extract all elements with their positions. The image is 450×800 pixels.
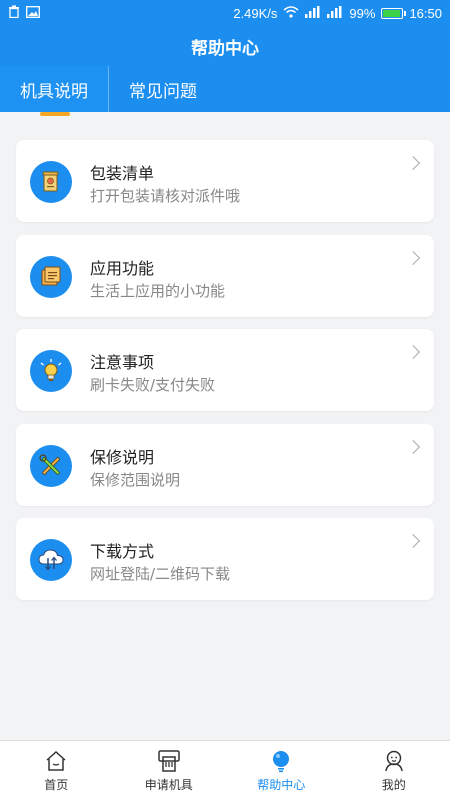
document-icon [30, 161, 72, 203]
card-title: 注意事项 [90, 353, 155, 372]
home-icon [46, 750, 66, 771]
tab-active-indicator [40, 112, 70, 116]
card-packing-list[interactable]: 包装清单 打开包装请核对派件哦 [16, 140, 434, 222]
nav-label: 申请机具 [144, 777, 193, 792]
status-right: 2.49K/s 99% 16:50 [233, 5, 442, 21]
chevron-right-icon [405, 155, 421, 171]
clock: 16:50 [409, 5, 442, 21]
tab-bar: 机具说明 常见问题 [0, 66, 450, 116]
signal-icon-2 [327, 5, 343, 21]
card-subtitle: 生活上应用的小功能 [90, 282, 226, 300]
nav-mine[interactable]: 我的 [338, 741, 450, 800]
card-title: 下载方式 [90, 542, 155, 561]
cloud-download-icon [30, 539, 72, 581]
network-speed: 2.49K/s [233, 5, 278, 21]
card-warranty[interactable]: 保修说明 保修范围说明 [16, 424, 434, 506]
page-title: 帮助中心 [191, 38, 259, 59]
nav-label: 帮助中心 [257, 777, 306, 792]
wifi-icon [283, 5, 299, 21]
chevron-right-icon [405, 344, 421, 360]
tab-machine-guide[interactable]: 机具说明 [0, 66, 108, 116]
nav-apply-machine[interactable]: 申请机具 [113, 741, 226, 800]
battery-icon [381, 7, 407, 19]
card-title: 包装清单 [90, 164, 155, 183]
signal-icon [305, 5, 321, 21]
card-title: 保修说明 [90, 448, 155, 467]
help-bulb-icon [273, 750, 290, 772]
card-app-functions[interactable]: 应用功能 生活上应用的小功能 [16, 235, 434, 317]
status-bar: 2.49K/s 99% 16:50 [0, 0, 450, 26]
image-icon [26, 5, 40, 21]
tab-label: 机具说明 [20, 81, 88, 102]
chevron-right-icon [405, 250, 421, 266]
lightbulb-icon [30, 350, 72, 392]
battery-percent: 99% [349, 5, 376, 21]
card-download[interactable]: 下载方式 网址登陆/二维码下载 [16, 518, 434, 600]
card-subtitle: 打开包装请核对派件哦 [90, 187, 241, 205]
tab-faq[interactable]: 常见问题 [108, 66, 217, 112]
card-subtitle: 保修范围说明 [90, 471, 181, 489]
nav-home[interactable]: 首页 [0, 741, 113, 800]
card-subtitle: 刷卡失败/支付失败 [90, 376, 216, 394]
nav-label: 我的 [381, 777, 406, 792]
nav-help-center[interactable]: 帮助中心 [225, 741, 338, 800]
notes-icon [30, 256, 72, 298]
status-left [8, 5, 40, 21]
bottom-nav: 首页 申请机具 帮助中心 我的 [0, 740, 450, 800]
card-notes[interactable]: 注意事项 刷卡失败/支付失败 [16, 329, 434, 411]
tab-label: 常见问题 [129, 81, 197, 102]
chevron-right-icon [405, 439, 421, 455]
nav-label: 首页 [44, 777, 69, 792]
trash-icon [8, 5, 20, 21]
tools-icon [30, 445, 72, 487]
battery-fill [383, 9, 401, 17]
page-header: 帮助中心 [0, 26, 450, 66]
user-icon [385, 750, 403, 771]
card-title: 应用功能 [90, 259, 155, 278]
pos-terminal-icon [158, 749, 180, 772]
card-subtitle: 网址登陆/二维码下载 [90, 565, 231, 583]
chevron-right-icon [405, 533, 421, 549]
